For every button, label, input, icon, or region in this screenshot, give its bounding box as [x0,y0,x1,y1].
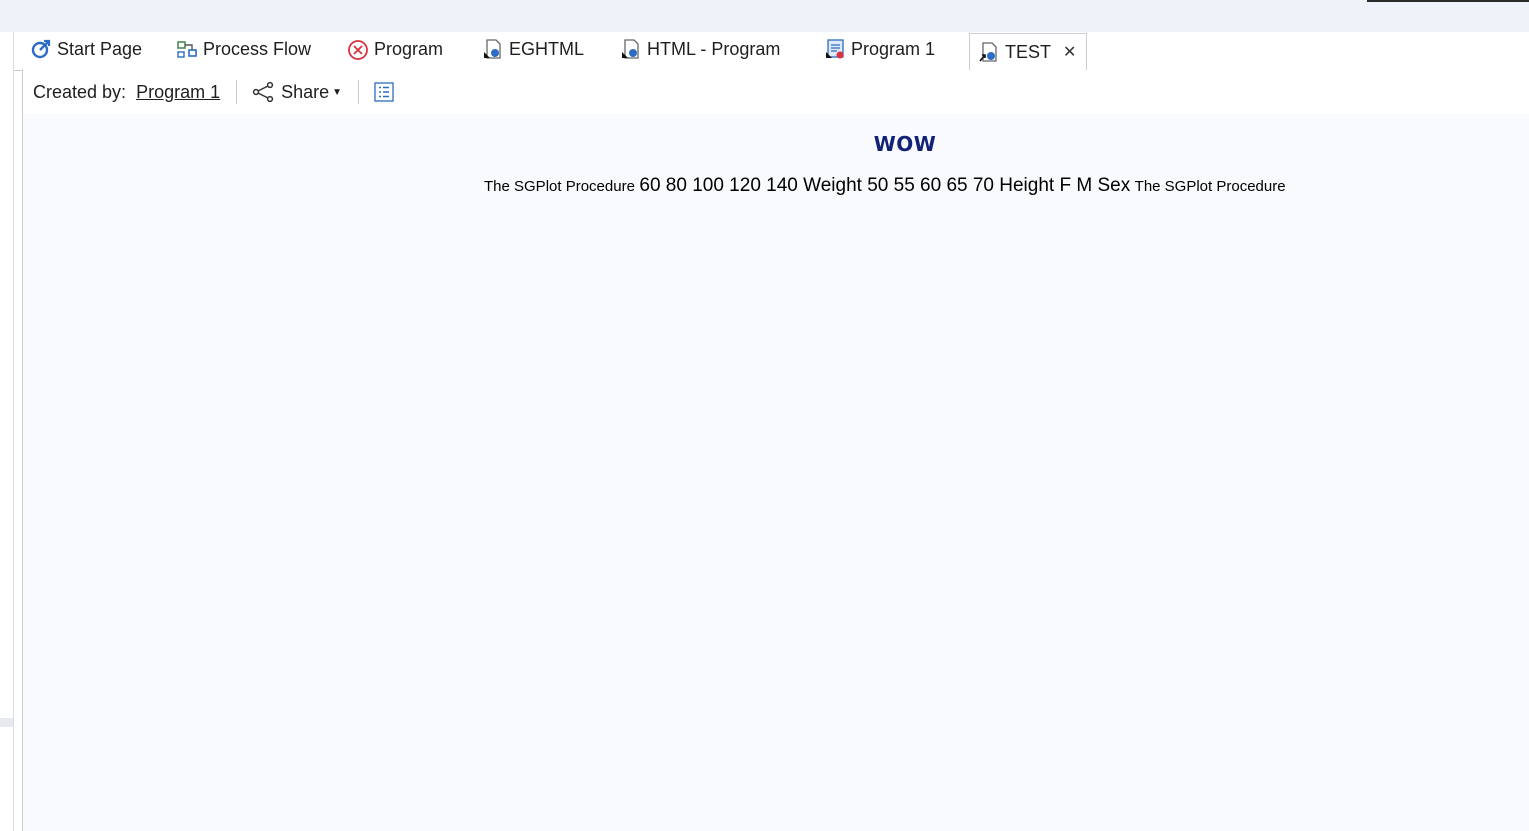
document-tab-bar: Start Page Process Flow Program EGHTML H… [14,32,1529,71]
toolbar-separator [358,80,360,104]
tab-label: TEST [1005,41,1052,62]
html-result-icon [978,41,1000,63]
tab-program[interactable]: Program [347,32,443,66]
html-result-icon [482,38,504,60]
outline-icon[interactable] [373,81,395,103]
graph-alt-text-part: The SGPlot Procedure [484,178,635,195]
result-toolbar: Created by: Program 1 Share ▼ [23,70,1529,114]
created-by-link[interactable]: Program 1 [136,82,220,103]
graph-alt-text: The SGPlot Procedure 60 80 100 120 140 W… [484,175,1286,197]
close-icon[interactable]: ✕ [1063,42,1076,62]
results-title: WOW [873,132,937,156]
tab-html-program[interactable]: HTML - Program [620,32,780,66]
process-flow-icon [176,38,198,60]
tab-label: EGHTML [509,38,585,59]
results-viewer: WOW The SGPlot Procedure 60 80 100 120 1… [23,114,1529,831]
tab-start-page[interactable]: Start Page [30,32,142,66]
tab-label: Program 1 [851,38,936,59]
left-panel-border [13,32,14,831]
tab-process-flow[interactable]: Process Flow [176,32,311,66]
tab-label: HTML - Program [647,38,781,59]
error-circle-icon [347,38,369,60]
left-panel-splitter[interactable] [0,718,13,727]
tab-program-1[interactable]: Program 1 [824,32,935,66]
toolbar-separator [236,80,238,104]
window-top-strip [0,0,1529,32]
window-edge-mark [1367,0,1529,2]
html-result-icon [620,38,642,60]
tab-label: Program [374,38,444,59]
chevron-down-icon: ▼ [332,86,343,98]
start-page-icon [30,38,52,60]
tab-label: Start Page [57,38,143,59]
share-button[interactable]: Share ▼ [251,80,342,104]
tab-eghtml[interactable]: EGHTML [482,32,584,66]
share-icon [252,81,274,103]
program-error-icon [824,38,846,60]
graph-alt-text-part: The SGPlot Procedure [1134,178,1286,195]
graph-alt-text-part: 60 80 100 120 140 Weight 50 55 60 65 70 … [639,175,1131,196]
tab-label: Process Flow [203,38,312,59]
tab-test[interactable]: TEST ✕ [969,33,1088,71]
share-label: Share [281,81,330,102]
created-by-label: Created by: [33,81,127,102]
